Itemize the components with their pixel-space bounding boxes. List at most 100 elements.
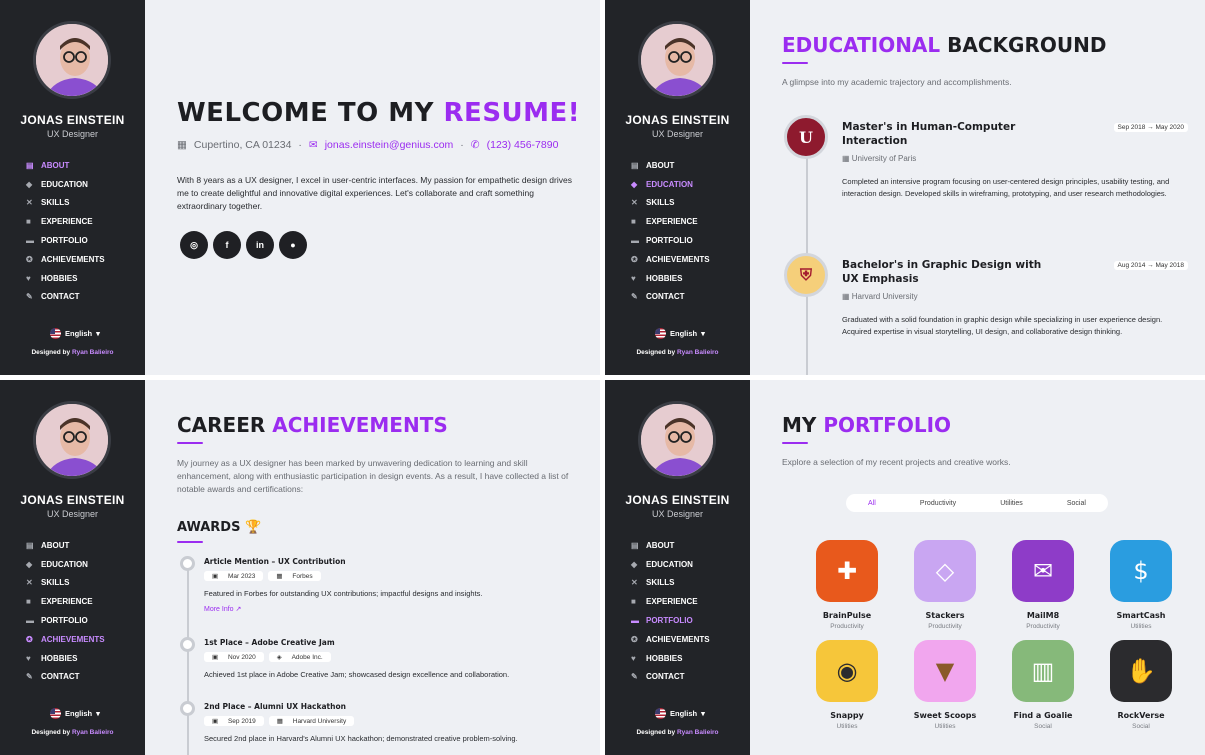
app-category: Utilities bbox=[836, 723, 858, 730]
id-card-icon: ▤ bbox=[26, 160, 34, 170]
portfolio-main: MY PORTFOLIO Explore a selection of my r… bbox=[750, 380, 1205, 755]
nav-item-skills[interactable]: ✕ SKILLS bbox=[26, 574, 105, 593]
linkedin-icon[interactable]: in bbox=[246, 231, 274, 259]
section-subtitle: Explore a selection of my recent project… bbox=[782, 457, 1011, 467]
awards-underline bbox=[177, 541, 203, 543]
nav-item-achievements[interactable]: ✪ ACHIEVEMENTS bbox=[631, 630, 710, 649]
portfolio-item-brainpulse[interactable]: ✚ BrainPulse Productivity bbox=[798, 540, 896, 630]
nav-item-skills[interactable]: ✕ SKILLS bbox=[26, 194, 105, 213]
title-underline bbox=[177, 442, 203, 444]
nav-item-education[interactable]: ◆ EDUCATION bbox=[26, 175, 105, 194]
filter-social[interactable]: Social bbox=[1067, 500, 1086, 507]
portfolio-item-sweet-scoops[interactable]: ▼ Sweet Scoops Utilities bbox=[896, 640, 994, 730]
title-part-1: EDUCATIONAL bbox=[782, 33, 941, 57]
filter-productivity[interactable]: Productivity bbox=[920, 500, 956, 507]
nav-item-contact[interactable]: ✎ CONTACT bbox=[26, 288, 105, 307]
nav-item-label: CONTACT bbox=[646, 292, 685, 302]
nav-item-portfolio[interactable]: ▬ PORTFOLIO bbox=[631, 231, 710, 250]
avatar bbox=[33, 21, 111, 99]
school-name: ▦ University of Paris bbox=[842, 154, 916, 163]
nav-item-contact[interactable]: ✎ CONTACT bbox=[26, 668, 105, 687]
school-label: University of Paris bbox=[851, 154, 917, 163]
nav-item-experience[interactable]: ■ EXPERIENCE bbox=[631, 212, 710, 231]
app-category: Utilities bbox=[934, 723, 956, 730]
nav-item-label: EDUCATION bbox=[646, 179, 693, 189]
nav-item-experience[interactable]: ■ EXPERIENCE bbox=[26, 592, 105, 611]
credit-link[interactable]: Ryan Balieiro bbox=[677, 349, 719, 356]
language-selector[interactable]: English ▾ bbox=[50, 708, 100, 719]
portfolio-item-snappy[interactable]: ◉ Snappy Utilities bbox=[798, 640, 896, 730]
nav-item-portfolio[interactable]: ▬ PORTFOLIO bbox=[631, 611, 710, 630]
language-selector[interactable]: English ▾ bbox=[50, 328, 100, 339]
nav-item-achievements[interactable]: ✪ ACHIEVEMENTS bbox=[26, 630, 105, 649]
nav-item-portfolio[interactable]: ▬ PORTFOLIO bbox=[26, 231, 105, 250]
phone-link[interactable]: (123) 456-7890 bbox=[487, 139, 559, 151]
nav-item-contact[interactable]: ✎ CONTACT bbox=[631, 288, 710, 307]
filter-all[interactable]: All bbox=[868, 500, 876, 507]
award-date-text: Mar 2023 bbox=[223, 572, 260, 581]
designer-credit: Designed by Ryan Balieiro bbox=[0, 729, 145, 736]
nav-item-achievements[interactable]: ✪ ACHIEVEMENTS bbox=[631, 250, 710, 269]
title-underline bbox=[782, 442, 808, 444]
nav-item-contact[interactable]: ✎ CONTACT bbox=[631, 668, 710, 687]
app-name: Find a Goalie bbox=[1013, 711, 1073, 720]
nav-item-hobbies[interactable]: ♥ HOBBIES bbox=[26, 269, 105, 288]
section-intro: My journey as a UX designer has been mar… bbox=[177, 458, 569, 494]
designer-credit: Designed by Ryan Balieiro bbox=[605, 349, 750, 356]
nav-item-experience[interactable]: ■ EXPERIENCE bbox=[631, 592, 710, 611]
credit-link[interactable]: Ryan Balieiro bbox=[72, 349, 114, 356]
nav-item-portfolio[interactable]: ▬ PORTFOLIO bbox=[26, 611, 105, 630]
timeline-dot bbox=[180, 637, 195, 652]
app-name: SmartCash bbox=[1116, 611, 1166, 620]
nav-item-experience[interactable]: ■ EXPERIENCE bbox=[26, 212, 105, 231]
nav-item-about[interactable]: ▤ ABOUT bbox=[26, 536, 105, 555]
app-category: Social bbox=[1034, 723, 1052, 730]
nav-item-label: EXPERIENCE bbox=[646, 217, 698, 227]
nav-item-skills[interactable]: ✕ SKILLS bbox=[631, 194, 710, 213]
nav-item-about[interactable]: ▤ ABOUT bbox=[26, 156, 105, 175]
credit-prefix: Designed by bbox=[31, 729, 71, 736]
portfolio-item-rockverse[interactable]: ✋ RockVerse Social bbox=[1092, 640, 1190, 730]
building-icon: ▦ bbox=[842, 292, 852, 301]
nav-item-about[interactable]: ▤ ABOUT bbox=[631, 536, 710, 555]
briefcase-icon: ■ bbox=[26, 597, 31, 607]
nav-item-education[interactable]: ◆ EDUCATION bbox=[631, 555, 710, 574]
credit-link[interactable]: Ryan Balieiro bbox=[677, 729, 719, 736]
language-selector[interactable]: English ▾ bbox=[655, 708, 705, 719]
nav-item-hobbies[interactable]: ♥ HOBBIES bbox=[631, 269, 710, 288]
separator-dot: · bbox=[298, 139, 302, 151]
more-info-link[interactable]: More Info ↗ bbox=[204, 605, 241, 613]
nav-item-hobbies[interactable]: ♥ HOBBIES bbox=[631, 649, 710, 668]
nav-item-about[interactable]: ▤ ABOUT bbox=[631, 156, 710, 175]
nav-item-hobbies[interactable]: ♥ HOBBIES bbox=[26, 649, 105, 668]
portfolio-item-smartcash[interactable]: $ SmartCash Utilities bbox=[1092, 540, 1190, 630]
nav-item-label: ABOUT bbox=[646, 160, 675, 170]
github-icon[interactable]: ● bbox=[279, 231, 307, 259]
award-description: Achieved 1st place in Adobe Creative Jam… bbox=[204, 670, 510, 679]
nav-item-education[interactable]: ◆ EDUCATION bbox=[26, 555, 105, 574]
puzzle-icon: ✚ bbox=[816, 540, 878, 602]
facebook-icon[interactable]: f bbox=[213, 231, 241, 259]
credit-link[interactable]: Ryan Balieiro bbox=[72, 729, 114, 736]
nav-item-label: ABOUT bbox=[646, 540, 675, 550]
nav-item-skills[interactable]: ✕ SKILLS bbox=[631, 574, 710, 593]
nav-item-achievements[interactable]: ✪ ACHIEVEMENTS bbox=[26, 250, 105, 269]
email-link[interactable]: jonas.einstein@genius.com bbox=[325, 139, 454, 151]
nav-item-label: EXPERIENCE bbox=[646, 597, 698, 607]
portfolio-item-stackers[interactable]: ◇ Stackers Productivity bbox=[896, 540, 994, 630]
sidebar-nav: ▤ ABOUT ◆ EDUCATION ✕ SKILLS ■ EXPERIENCE ▬ P… bbox=[631, 536, 710, 686]
edit-icon: ✎ bbox=[631, 672, 638, 682]
app-category: Productivity bbox=[830, 623, 864, 630]
portfolio-item-find-a-goalie[interactable]: ▥ Find a Goalie Social bbox=[994, 640, 1092, 730]
language-selector[interactable]: English ▾ bbox=[655, 328, 705, 339]
nav-item-education[interactable]: ◆ EDUCATION bbox=[631, 175, 710, 194]
app-name: MailM8 bbox=[1026, 611, 1060, 620]
bio-text: With 8 years as a UX designer, I excel i… bbox=[177, 175, 572, 211]
nav-item-label: CONTACT bbox=[41, 672, 80, 682]
instagram-icon[interactable]: ◎ bbox=[180, 231, 208, 259]
resume-screenshots-grid: JONAS EINSTEIN UX Designer ▤ ABOUT ◆ EDUCA… bbox=[0, 0, 1205, 755]
title-underline bbox=[782, 62, 808, 64]
profile-name: JONAS EINSTEIN bbox=[625, 113, 730, 127]
portfolio-item-mailm8[interactable]: ✉ MailM8 Productivity bbox=[994, 540, 1092, 630]
filter-utilities[interactable]: Utilities bbox=[1000, 500, 1023, 507]
